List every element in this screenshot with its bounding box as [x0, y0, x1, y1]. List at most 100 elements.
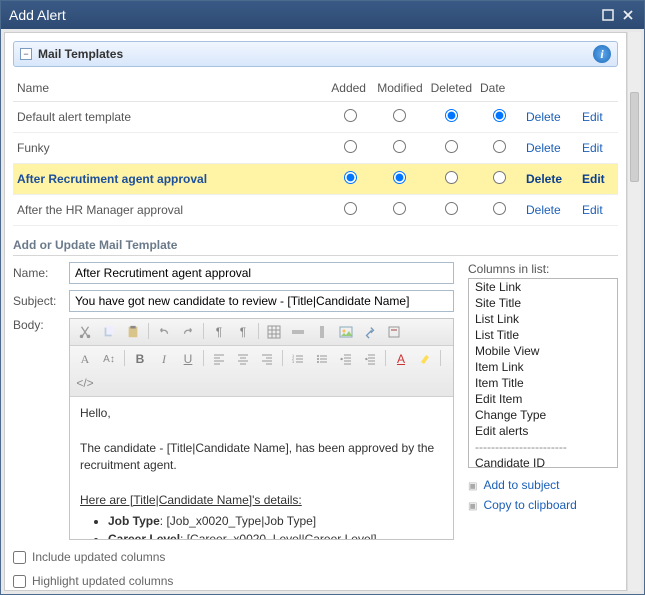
insert-col-icon[interactable]	[313, 323, 331, 341]
delete-link[interactable]: Delete	[526, 141, 561, 155]
deleted-radio[interactable]	[445, 140, 458, 153]
list-item[interactable]: Candidate ID	[469, 455, 617, 468]
edit-link[interactable]: Edit	[582, 203, 603, 217]
maximize-button[interactable]	[600, 7, 616, 23]
underline-icon[interactable]: U	[179, 350, 197, 368]
list-item[interactable]: Site Title	[469, 295, 617, 311]
body-greeting: Hello,	[80, 406, 111, 420]
indent-icon[interactable]	[361, 350, 379, 368]
section-title: Mail Templates	[38, 47, 593, 61]
font-color-icon[interactable]: A	[392, 350, 410, 368]
columns-list[interactable]: Site LinkSite TitleList LinkList TitleMo…	[468, 278, 618, 468]
table-icon[interactable]	[265, 323, 283, 341]
list-item[interactable]: Edit Item	[469, 391, 617, 407]
list-item[interactable]: List Link	[469, 311, 617, 327]
body-bullet: Job Type: [Job_x0020_Type|Job Type]	[108, 513, 443, 530]
added-radio[interactable]	[344, 171, 357, 184]
subject-label: Subject:	[13, 294, 69, 308]
table-row[interactable]: Default alert templateDeleteEdit	[13, 102, 618, 133]
delete-link[interactable]: Delete	[526, 203, 561, 217]
italic-icon[interactable]: I	[155, 350, 173, 368]
close-button[interactable]	[620, 7, 636, 23]
date-radio[interactable]	[493, 171, 506, 184]
row-name: Funky	[13, 133, 327, 164]
svg-text:3: 3	[292, 359, 295, 364]
image-icon[interactable]	[337, 323, 355, 341]
source-icon[interactable]: </>	[76, 374, 94, 392]
list-bullet-icon[interactable]	[313, 350, 331, 368]
list-item: -----------------------	[469, 439, 617, 455]
list-item[interactable]: Mobile View	[469, 343, 617, 359]
table-row[interactable]: After the HR Manager approval Delete Edit	[13, 195, 618, 226]
highlight-updated-checkbox[interactable]	[13, 575, 26, 588]
cut-icon[interactable]	[76, 323, 94, 341]
paste-icon[interactable]	[124, 323, 142, 341]
modified-radio[interactable]	[393, 109, 406, 122]
list-item[interactable]: Item Title	[469, 375, 617, 391]
deleted-radio[interactable]	[445, 171, 458, 184]
delete-link[interactable]: Delete	[526, 110, 561, 124]
col-added: Added	[327, 75, 373, 102]
added-radio[interactable]	[344, 140, 357, 153]
list-num-icon[interactable]: 123	[289, 350, 307, 368]
edit-link[interactable]: Edit	[582, 110, 603, 124]
collapse-icon[interactable]: −	[20, 48, 32, 60]
body-paragraph: The candidate - [Title|Candidate Name], …	[80, 441, 434, 472]
list-item[interactable]: Change Type	[469, 407, 617, 423]
edit-link[interactable]: Edit	[582, 172, 605, 186]
section-header-mail-templates: − Mail Templates i	[13, 41, 618, 67]
copy-icon[interactable]	[100, 323, 118, 341]
list-item[interactable]: Edit alerts	[469, 423, 617, 439]
align-right-icon[interactable]	[258, 350, 276, 368]
table-row[interactable]: Funky Delete Edit	[13, 133, 618, 164]
outdent-icon[interactable]	[337, 350, 355, 368]
include-updated-checkbox[interactable]	[13, 551, 26, 564]
editor-toolbar-2: A A↕ B I U 123	[70, 346, 453, 397]
date-radio[interactable]	[493, 140, 506, 153]
vertical-scrollbar[interactable]	[627, 32, 641, 591]
include-updated-label: Include updated columns	[32, 550, 165, 564]
added-radio[interactable]	[344, 202, 357, 215]
font-icon[interactable]: A	[76, 350, 94, 368]
font-size-icon[interactable]: A↕	[100, 350, 118, 368]
body-label: Body:	[13, 318, 69, 332]
list-item[interactable]: Item Link	[469, 359, 617, 375]
body-bullet: Career Level: [Career_x0020_Level|Career…	[108, 531, 443, 539]
info-icon[interactable]: i	[593, 45, 611, 63]
row-name: After the HR Manager approval	[13, 195, 327, 226]
modified-radio[interactable]	[393, 202, 406, 215]
highlight-updated-label: Highlight updated columns	[32, 574, 173, 588]
table-row[interactable]: After Recrutiment agent approvalDeleteEd…	[13, 164, 618, 195]
delete-link[interactable]: Delete	[526, 172, 562, 186]
form-icon[interactable]	[385, 323, 403, 341]
body-details-heading: Here are [Title|Candidate Name]'s detail…	[80, 493, 302, 507]
redo-icon[interactable]	[179, 323, 197, 341]
list-item[interactable]: List Title	[469, 327, 617, 343]
modified-radio[interactable]	[393, 171, 406, 184]
add-to-subject-link[interactable]: Add to subject	[468, 478, 618, 492]
templates-table: Name Added Modified Deleted Date Default…	[13, 75, 618, 226]
highlight-icon[interactable]	[416, 350, 434, 368]
subject-input[interactable]	[69, 290, 454, 312]
list-item[interactable]: Site Link	[469, 279, 617, 295]
edit-link[interactable]: Edit	[582, 141, 603, 155]
added-radio[interactable]	[344, 109, 357, 122]
col-date: Date	[476, 75, 522, 102]
name-input[interactable]	[69, 262, 454, 284]
link-icon[interactable]	[361, 323, 379, 341]
undo-icon[interactable]	[155, 323, 173, 341]
deleted-radio[interactable]	[445, 109, 458, 122]
ltr-icon[interactable]: ¶	[210, 323, 228, 341]
date-radio[interactable]	[493, 202, 506, 215]
align-left-icon[interactable]	[210, 350, 228, 368]
align-center-icon[interactable]	[234, 350, 252, 368]
body-editor[interactable]: Hello, The candidate - [Title|Candidate …	[70, 397, 453, 539]
editor-toolbar: ¶ ¶	[70, 319, 453, 346]
date-radio[interactable]	[493, 109, 506, 122]
copy-to-clipboard-link[interactable]: Copy to clipboard	[468, 498, 618, 512]
insert-row-icon[interactable]	[289, 323, 307, 341]
rtl-icon[interactable]: ¶	[234, 323, 252, 341]
modified-radio[interactable]	[393, 140, 406, 153]
deleted-radio[interactable]	[445, 202, 458, 215]
bold-icon[interactable]: B	[131, 350, 149, 368]
